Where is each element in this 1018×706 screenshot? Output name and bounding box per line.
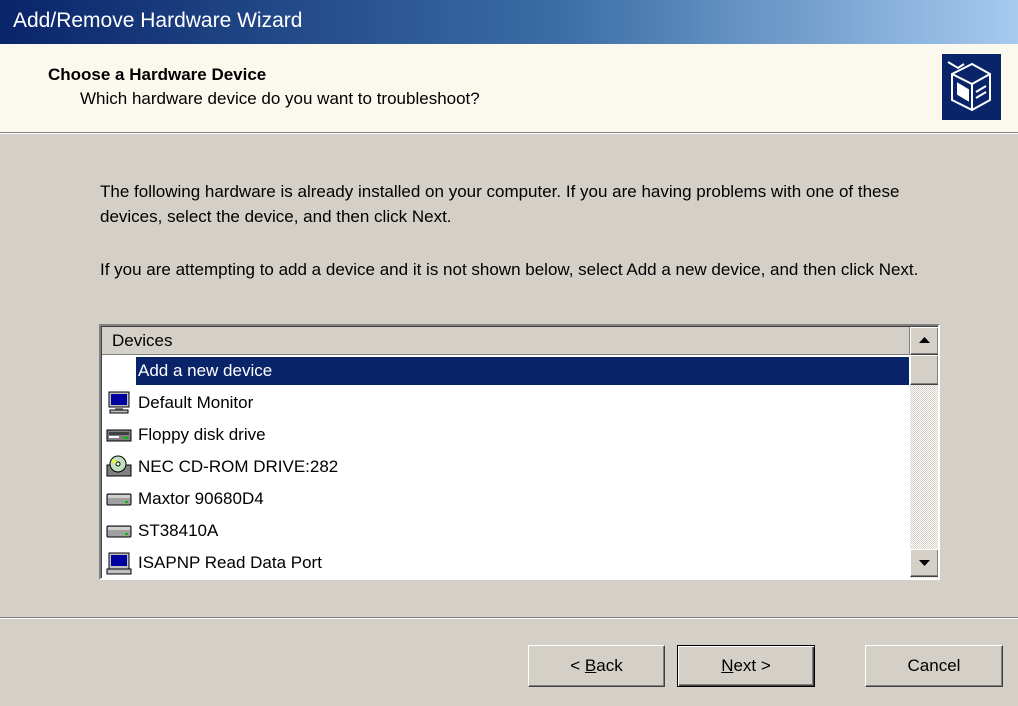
list-item-label: NEC CD-ROM DRIVE:282 (138, 457, 339, 476)
footer-separator (0, 617, 1018, 619)
list-item-isapnp-read-data-port[interactable]: ISAPNP Read Data Port (102, 547, 910, 578)
list-item-maxtor-disk[interactable]: Maxtor 90680D4 (102, 483, 910, 515)
floppy-drive-icon (106, 429, 132, 442)
back-prefix: < (570, 656, 585, 675)
vertical-scrollbar[interactable] (910, 327, 938, 578)
cancel-label: Cancel (907, 656, 961, 675)
instruction-text-1: The following hardware is already instal… (100, 182, 900, 226)
system-device-icon (106, 552, 132, 575)
list-item-st38410a-disk[interactable]: ST38410A (102, 515, 910, 547)
list-item-cdrom-drive[interactable]: NEC CD-ROM DRIVE:282 (102, 451, 910, 483)
title-bar[interactable]: Add/Remove Hardware Wizard (0, 0, 1018, 44)
hardware-wizard-icon (942, 54, 1001, 120)
arrow-up-icon (919, 337, 930, 343)
column-header-label: Devices (112, 331, 173, 350)
page-subheading: Which hardware device do you want to tro… (80, 89, 480, 108)
next-button[interactable]: Next > (677, 645, 815, 687)
back-button[interactable]: < Back (528, 645, 665, 687)
cancel-button[interactable]: Cancel (865, 645, 1003, 687)
list-item-label: ST38410A (138, 521, 219, 540)
list-item-label: Maxtor 90680D4 (138, 489, 264, 508)
next-label-rest: ext > (733, 656, 771, 675)
monitor-icon (108, 391, 130, 414)
header-divider (0, 133, 1018, 134)
scroll-up-button[interactable] (910, 327, 938, 355)
arrow-down-icon (919, 560, 930, 566)
scrollbar-thumb[interactable] (910, 355, 938, 385)
list-item-label: Floppy disk drive (138, 425, 266, 444)
devices-listbox[interactable]: Devices Add a new device Default Monitor (99, 324, 940, 580)
list-item-label: Add a new device (138, 361, 273, 380)
list-item-label: Default Monitor (138, 393, 254, 412)
wizard-window: Add/Remove Hardware Wizard Choose a Hard… (0, 0, 1018, 706)
page-heading: Choose a Hardware Device (48, 65, 267, 84)
window-title: Add/Remove Hardware Wizard (13, 9, 303, 32)
hard-disk-icon (106, 525, 132, 538)
next-accelerator: N (721, 656, 734, 675)
back-label-rest: ack (596, 656, 623, 675)
wizard-header: Choose a Hardware Device Which hardware … (0, 44, 1018, 133)
list-item-floppy-disk-drive[interactable]: Floppy disk drive (102, 419, 910, 451)
scroll-down-button[interactable] (910, 549, 938, 577)
devices-column-header[interactable]: Devices (102, 327, 910, 355)
back-accelerator: B (584, 656, 597, 675)
hard-disk-icon (106, 493, 132, 506)
list-item-default-monitor[interactable]: Default Monitor (102, 387, 910, 419)
instruction-text-2: If you are attempting to add a device an… (100, 260, 919, 279)
list-item-add-new-device[interactable]: Add a new device (102, 355, 910, 387)
cdrom-drive-icon (106, 455, 132, 477)
list-item-label: ISAPNP Read Data Port (138, 553, 322, 572)
